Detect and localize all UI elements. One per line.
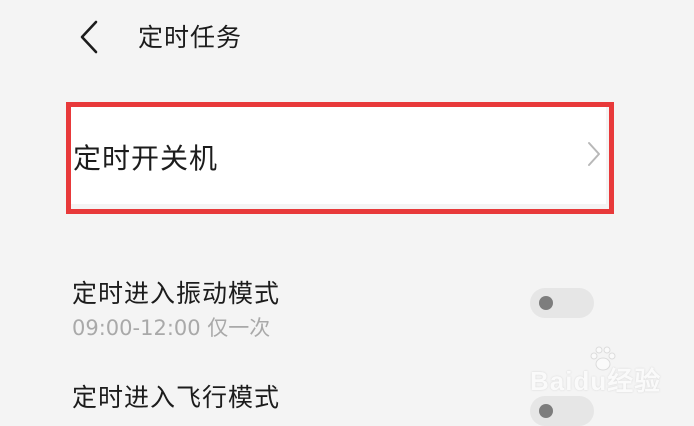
chevron-right-icon [586, 140, 602, 172]
toggle-knob [539, 404, 553, 418]
airplane-mode-toggle[interactable] [530, 396, 594, 426]
paw-icon [590, 346, 616, 371]
vibrate-mode-title: 定时进入振动模式 [72, 279, 281, 308]
vibrate-mode-row[interactable]: 定时进入振动模式 09:00-12:00 仅一次 [72, 274, 612, 344]
page-title: 定时任务 [138, 23, 243, 52]
scheduled-power-row[interactable]: 定时开关机 [68, 104, 606, 204]
vibrate-mode-schedule: 09:00-12:00 仅一次 [72, 316, 271, 340]
vibrate-mode-toggle[interactable] [530, 288, 594, 318]
airplane-mode-title: 定时进入飞行模式 [72, 383, 281, 412]
airplane-mode-row[interactable]: 定时进入飞行模式 [72, 378, 612, 426]
scheduled-power-label: 定时开关机 [73, 142, 219, 175]
toggle-knob [539, 296, 553, 310]
back-button[interactable] [70, 16, 110, 58]
chevron-left-icon [80, 20, 98, 54]
header: 定时任务 [0, 0, 694, 74]
